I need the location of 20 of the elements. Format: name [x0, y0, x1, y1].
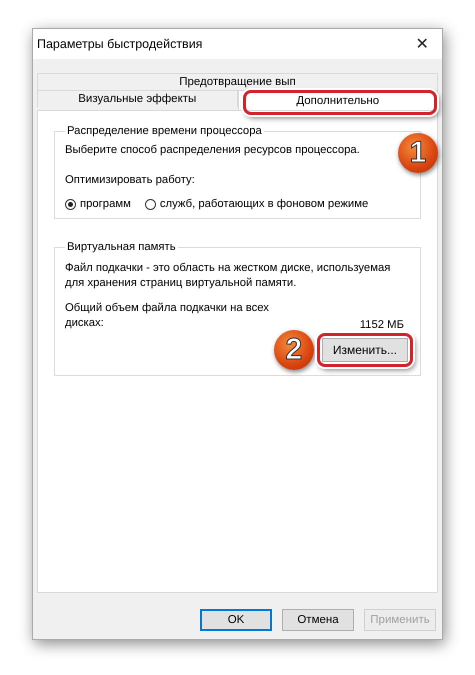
- radio-option[interactable]: программ: [65, 198, 131, 210]
- total-label: Общий объем файла подкачки на всех дисках:: [65, 301, 270, 331]
- radio-label: программ: [80, 198, 131, 210]
- tab[interactable]: Предотвращение вып: [37, 73, 438, 90]
- radio-button[interactable]: [65, 198, 76, 210]
- tab[interactable]: Визуальные эффекты: [37, 90, 238, 107]
- step-badge: 1: [398, 133, 438, 173]
- dialog-button[interactable]: OK: [200, 609, 272, 631]
- close-button[interactable]: ✕: [402, 29, 442, 59]
- optimize-label: Оптимизировать работу:: [65, 173, 196, 188]
- description-text: Выберите способ распределения ресурсов процессора.: [65, 143, 361, 158]
- step-badge: 2: [274, 330, 314, 370]
- description-text: Файл подкачки - это область на жестком диске, используемая для хранения страниц виртуальной памяти.: [65, 261, 392, 291]
- window-title: Параметры быстродействия: [37, 37, 202, 51]
- radio-button[interactable]: [144, 198, 156, 210]
- change-button[interactable]: Изменить...: [322, 338, 408, 362]
- dialog-button[interactable]: Отмена: [282, 609, 354, 631]
- group-title: Распределение времени процессора: [66, 125, 263, 137]
- group-title: Виртуальная память: [66, 241, 177, 253]
- total-value: 1152 МБ: [360, 319, 405, 331]
